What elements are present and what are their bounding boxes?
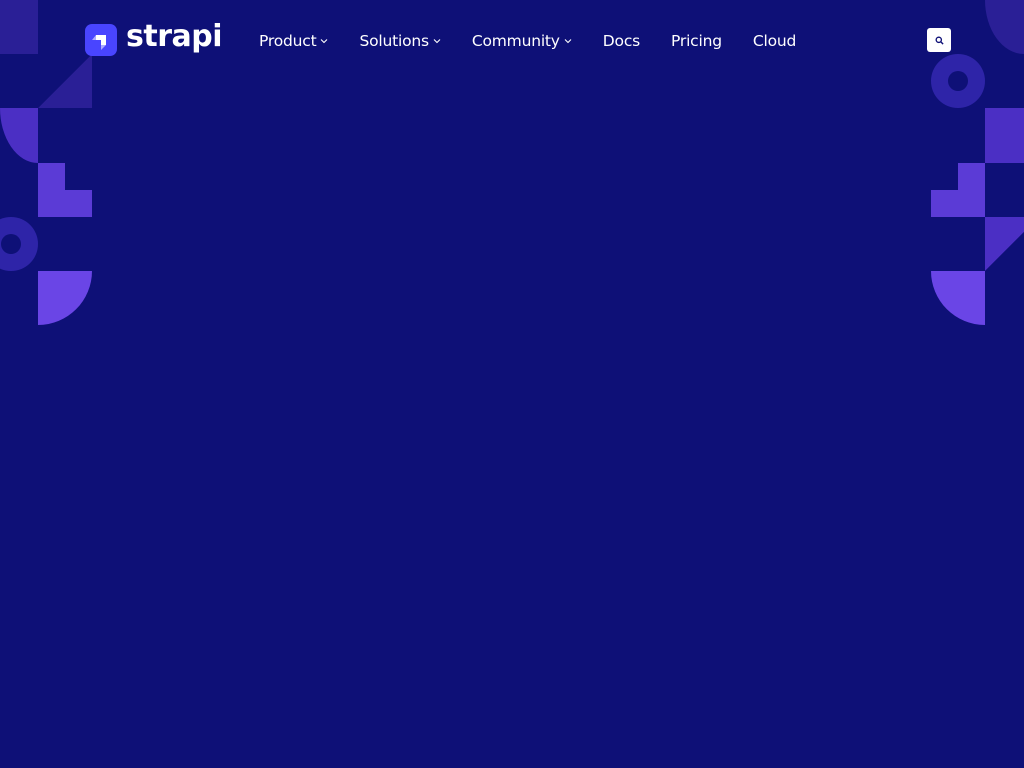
deco-quarter-circle <box>931 271 985 325</box>
search-icon <box>934 35 944 45</box>
nav-item-product[interactable]: Product <box>259 32 328 50</box>
chevron-down-icon <box>321 39 328 44</box>
nav-item-docs[interactable]: Docs <box>603 32 640 50</box>
nav-item-solutions[interactable]: Solutions <box>359 32 441 50</box>
strapi-logo-icon <box>85 24 117 56</box>
deco-step <box>38 163 92 217</box>
strapi-logo[interactable]: strapi <box>85 19 223 56</box>
nav-item-pricing[interactable]: Pricing <box>671 32 722 50</box>
nav-item-label: Community <box>471 32 560 50</box>
nav-item-label: Product <box>259 32 317 50</box>
nav-item-community[interactable]: Community <box>472 32 572 50</box>
nav-item-label: Docs <box>602 32 641 50</box>
main-nav: Product Solutions Community Docs Pricing… <box>259 28 796 54</box>
chevron-down-icon <box>433 39 441 44</box>
page: strapi Product Solutions Community Docs … <box>0 0 1024 768</box>
deco-square <box>985 108 1024 163</box>
nav-item-label: Cloud <box>752 32 797 50</box>
chevron-down-icon <box>564 39 572 44</box>
nav-item-cloud[interactable]: Cloud <box>753 32 796 50</box>
nav-item-label: Solutions <box>359 32 429 50</box>
deco-step <box>931 163 985 217</box>
logo-wordmark: strapi <box>126 19 223 54</box>
site-header: strapi Product Solutions Community Docs … <box>0 0 1024 80</box>
search-button[interactable] <box>927 28 951 52</box>
deco-quarter-circle <box>0 108 38 163</box>
deco-quarter-circle <box>38 271 92 325</box>
nav-item-label: Pricing <box>671 32 722 50</box>
